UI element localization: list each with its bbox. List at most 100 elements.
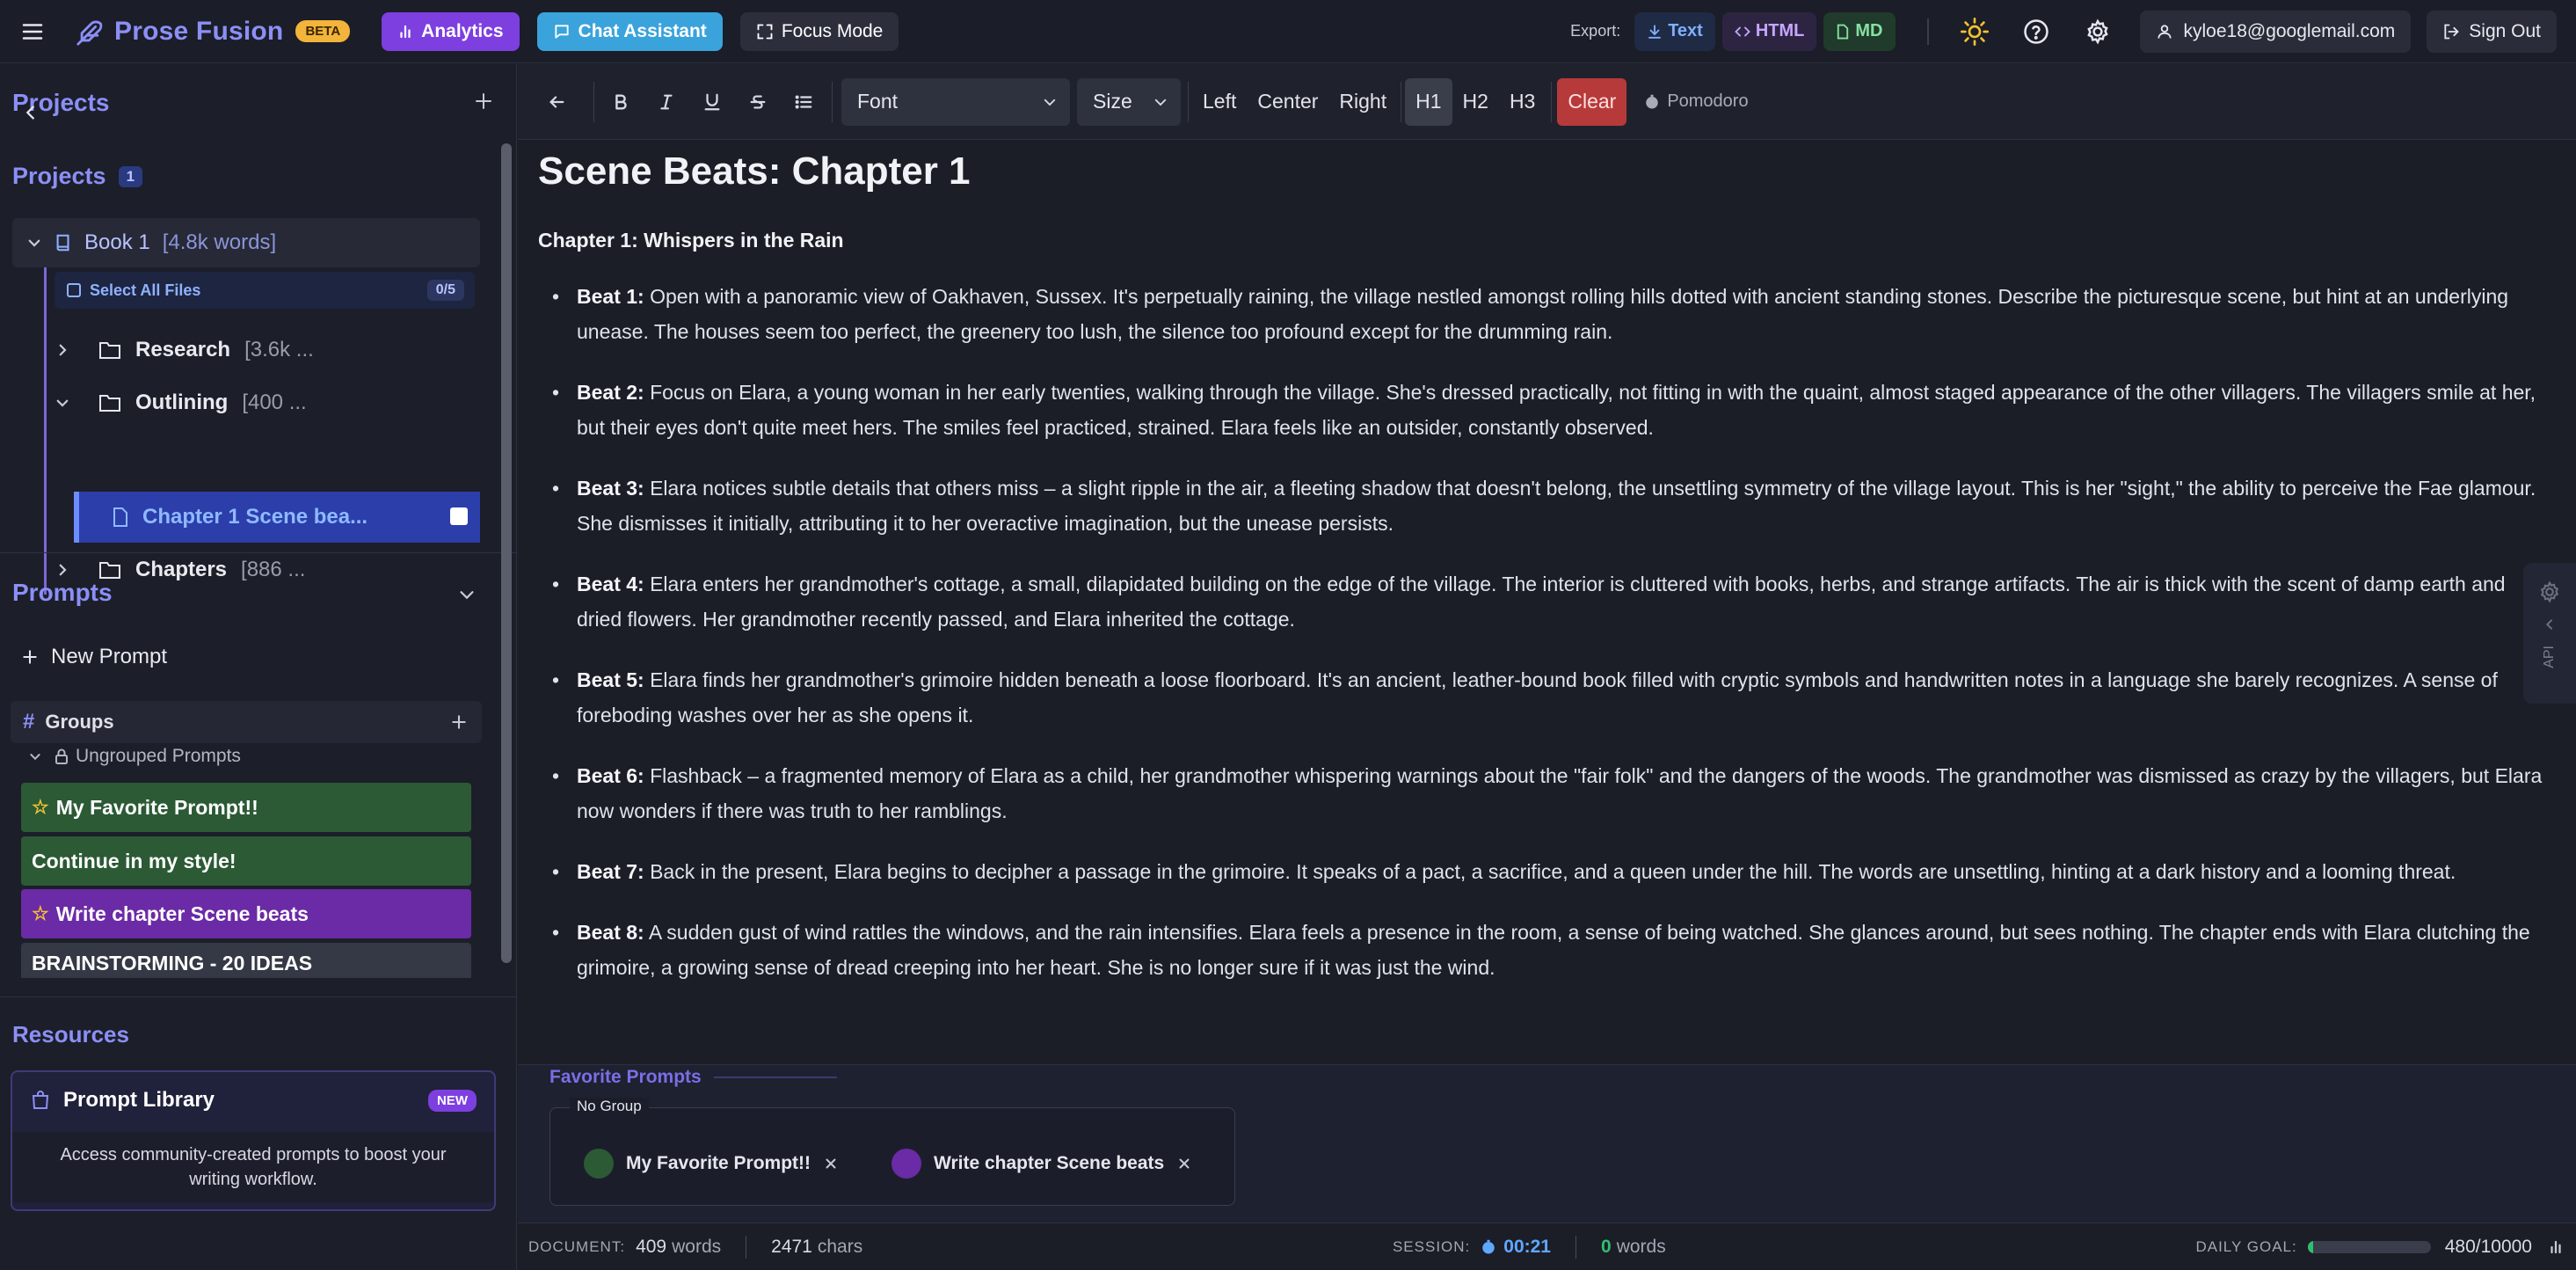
heading-2-button[interactable]: H2 bbox=[1452, 78, 1499, 126]
chip-color-dot bbox=[584, 1149, 614, 1179]
daily-goal-value: 480/10000 bbox=[2444, 1236, 2532, 1257]
beat-item: Beat 1: Open with a panoramic view of Oa… bbox=[538, 279, 2551, 349]
beat-text: Elara enters her grandmother's cottage, … bbox=[577, 573, 2506, 631]
favorite-chip[interactable]: My Favorite Prompt!! bbox=[584, 1149, 839, 1179]
folder-icon bbox=[98, 340, 121, 360]
new-badge: NEW bbox=[428, 1089, 477, 1112]
select-all-files[interactable]: Select All Files 0/5 bbox=[55, 272, 475, 309]
pomodoro-timer[interactable]: Pomodoro bbox=[1644, 91, 1749, 112]
menu-icon[interactable] bbox=[19, 18, 46, 45]
chevron-down-icon[interactable] bbox=[457, 585, 477, 604]
beat-text: Elara notices subtle details that others… bbox=[577, 477, 2536, 535]
user-account-button[interactable]: kyloe18@googlemail.com bbox=[2139, 10, 2412, 53]
file-checkbox[interactable] bbox=[450, 507, 468, 525]
strikethrough-icon[interactable] bbox=[740, 84, 775, 120]
export-md-button[interactable]: MD bbox=[1823, 11, 1896, 51]
prompts-header[interactable]: Prompts bbox=[12, 579, 113, 607]
bold-icon[interactable] bbox=[603, 84, 638, 120]
collapse-sidebar-icon[interactable] bbox=[21, 103, 40, 122]
sign-out-label: Sign Out bbox=[2469, 20, 2541, 41]
gear-icon bbox=[2538, 580, 2561, 603]
editor-toolbar: Font Size Left Center Right H1 H2 H3 Cle… bbox=[518, 64, 2576, 140]
prompt-item[interactable]: BRAINSTORMING - 20 IDEAS bbox=[21, 943, 471, 978]
folder-icon bbox=[98, 393, 121, 412]
prompt-item[interactable]: ☆ My Favorite Prompt!! bbox=[21, 783, 471, 832]
analytics-button[interactable]: Analytics bbox=[382, 11, 520, 51]
checkbox-icon[interactable] bbox=[67, 283, 81, 297]
favorite-chip[interactable]: Write chapter Scene beats bbox=[891, 1149, 1192, 1179]
prompt-item[interactable]: ☆ Write chapter Scene beats bbox=[21, 889, 471, 938]
new-prompt-button[interactable]: New Prompt bbox=[21, 645, 167, 669]
file-name: Chapter 1 Scene bea... bbox=[142, 505, 368, 529]
folder-outlining[interactable]: Outlining [400 ... bbox=[55, 379, 477, 427]
document-icon bbox=[113, 507, 128, 527]
export-label: Export: bbox=[1570, 22, 1621, 40]
heading-1-button[interactable]: H1 bbox=[1405, 77, 1452, 126]
document-body[interactable]: Scene Beats: Chapter 1 Chapter 1: Whispe… bbox=[538, 150, 2551, 1011]
help-icon[interactable] bbox=[2017, 12, 2056, 51]
export-text-label: Text bbox=[1668, 21, 1703, 40]
chevron-down-icon bbox=[26, 235, 42, 251]
code-icon bbox=[1735, 24, 1750, 40]
gear-icon[interactable] bbox=[2078, 12, 2117, 51]
api-side-tab[interactable]: API bbox=[2523, 563, 2576, 704]
close-icon[interactable] bbox=[823, 1156, 839, 1171]
book-tree-item[interactable]: Book 1 [4.8k words] bbox=[12, 218, 480, 267]
expand-icon bbox=[756, 23, 774, 40]
add-group-icon[interactable] bbox=[450, 713, 468, 731]
word-count-unit: words bbox=[672, 1236, 722, 1257]
clear-formatting-button[interactable]: Clear bbox=[1557, 77, 1627, 126]
export-html-button[interactable]: HTML bbox=[1721, 11, 1817, 51]
chevron-right-icon bbox=[55, 342, 70, 358]
folder-research[interactable]: Research [3.6k ... bbox=[55, 326, 477, 374]
toolbar-divider bbox=[1551, 81, 1553, 122]
folder-meta: [886 ... bbox=[241, 558, 306, 581]
prompt-item[interactable]: Continue in my style! bbox=[21, 836, 471, 886]
chat-assistant-button[interactable]: Chat Assistant bbox=[536, 11, 723, 51]
document-subtitle: Chapter 1: Whispers in the Rain bbox=[538, 229, 844, 252]
status-bar: DOCUMENT: 409 words 2471 chars SESSION: … bbox=[518, 1223, 2576, 1270]
plus-icon bbox=[21, 648, 39, 666]
selected-count: 0/5 bbox=[426, 280, 464, 301]
underline-icon[interactable] bbox=[695, 84, 730, 120]
beat-label: Beat 5: bbox=[577, 668, 644, 691]
beat-label: Beat 8: bbox=[577, 921, 644, 944]
daily-goal-label: DAILY GOAL: bbox=[2195, 1237, 2297, 1255]
export-text-button[interactable]: Text bbox=[1634, 11, 1715, 51]
bullet-list-icon[interactable] bbox=[786, 84, 821, 120]
download-icon bbox=[1647, 24, 1663, 40]
prompt-library-card[interactable]: Prompt Library NEW Access community-crea… bbox=[11, 1070, 496, 1211]
stats-chart-icon[interactable] bbox=[2548, 1239, 2564, 1255]
italic-icon[interactable] bbox=[649, 84, 684, 120]
sign-out-button[interactable]: Sign Out bbox=[2427, 10, 2557, 53]
size-select[interactable]: Size bbox=[1077, 77, 1181, 126]
beat-label: Beat 6: bbox=[577, 764, 644, 787]
sun-icon[interactable] bbox=[1955, 12, 1994, 51]
feather-icon bbox=[76, 17, 106, 47]
beat-item: Beat 2: Focus on Elara, a young woman in… bbox=[538, 375, 2551, 445]
align-center-button[interactable]: Center bbox=[1247, 90, 1328, 113]
focus-mode-button[interactable]: Focus Mode bbox=[739, 11, 899, 51]
font-select[interactable]: Font bbox=[841, 77, 1070, 126]
file-chapter-1-scene-beats[interactable]: Chapter 1 Scene bea... bbox=[74, 492, 480, 543]
prompt-label: Write chapter Scene beats bbox=[55, 901, 309, 925]
ungrouped-prompts-header[interactable]: Ungrouped Prompts bbox=[28, 746, 241, 767]
align-right-button[interactable]: Right bbox=[1328, 90, 1397, 113]
add-project-icon[interactable] bbox=[473, 91, 494, 112]
back-arrow-icon[interactable] bbox=[539, 84, 574, 120]
favorite-group-box: No Group My Favorite Prompt!! Write chap… bbox=[549, 1098, 1235, 1206]
groups-header[interactable]: # Groups bbox=[11, 701, 482, 743]
app-logo[interactable]: Prose Fusion BETA bbox=[76, 17, 351, 47]
star-icon: ☆ bbox=[32, 902, 49, 924]
sidebar-scrollbar[interactable] bbox=[501, 143, 512, 963]
align-left-button[interactable]: Left bbox=[1192, 90, 1247, 113]
title-underline bbox=[713, 1077, 837, 1078]
folder-chapters[interactable]: Chapters [886 ... bbox=[55, 546, 477, 594]
close-icon[interactable] bbox=[1176, 1156, 1192, 1171]
beat-item: Beat 5: Elara finds her grandmother's gr… bbox=[538, 662, 2551, 733]
heading-3-button[interactable]: H3 bbox=[1499, 78, 1546, 126]
prompt-library-description: Access community-created prompts to boos… bbox=[12, 1132, 494, 1202]
focus-label: Focus Mode bbox=[781, 20, 884, 41]
toolbar-divider bbox=[593, 81, 594, 122]
font-select-value: Font bbox=[857, 90, 899, 113]
